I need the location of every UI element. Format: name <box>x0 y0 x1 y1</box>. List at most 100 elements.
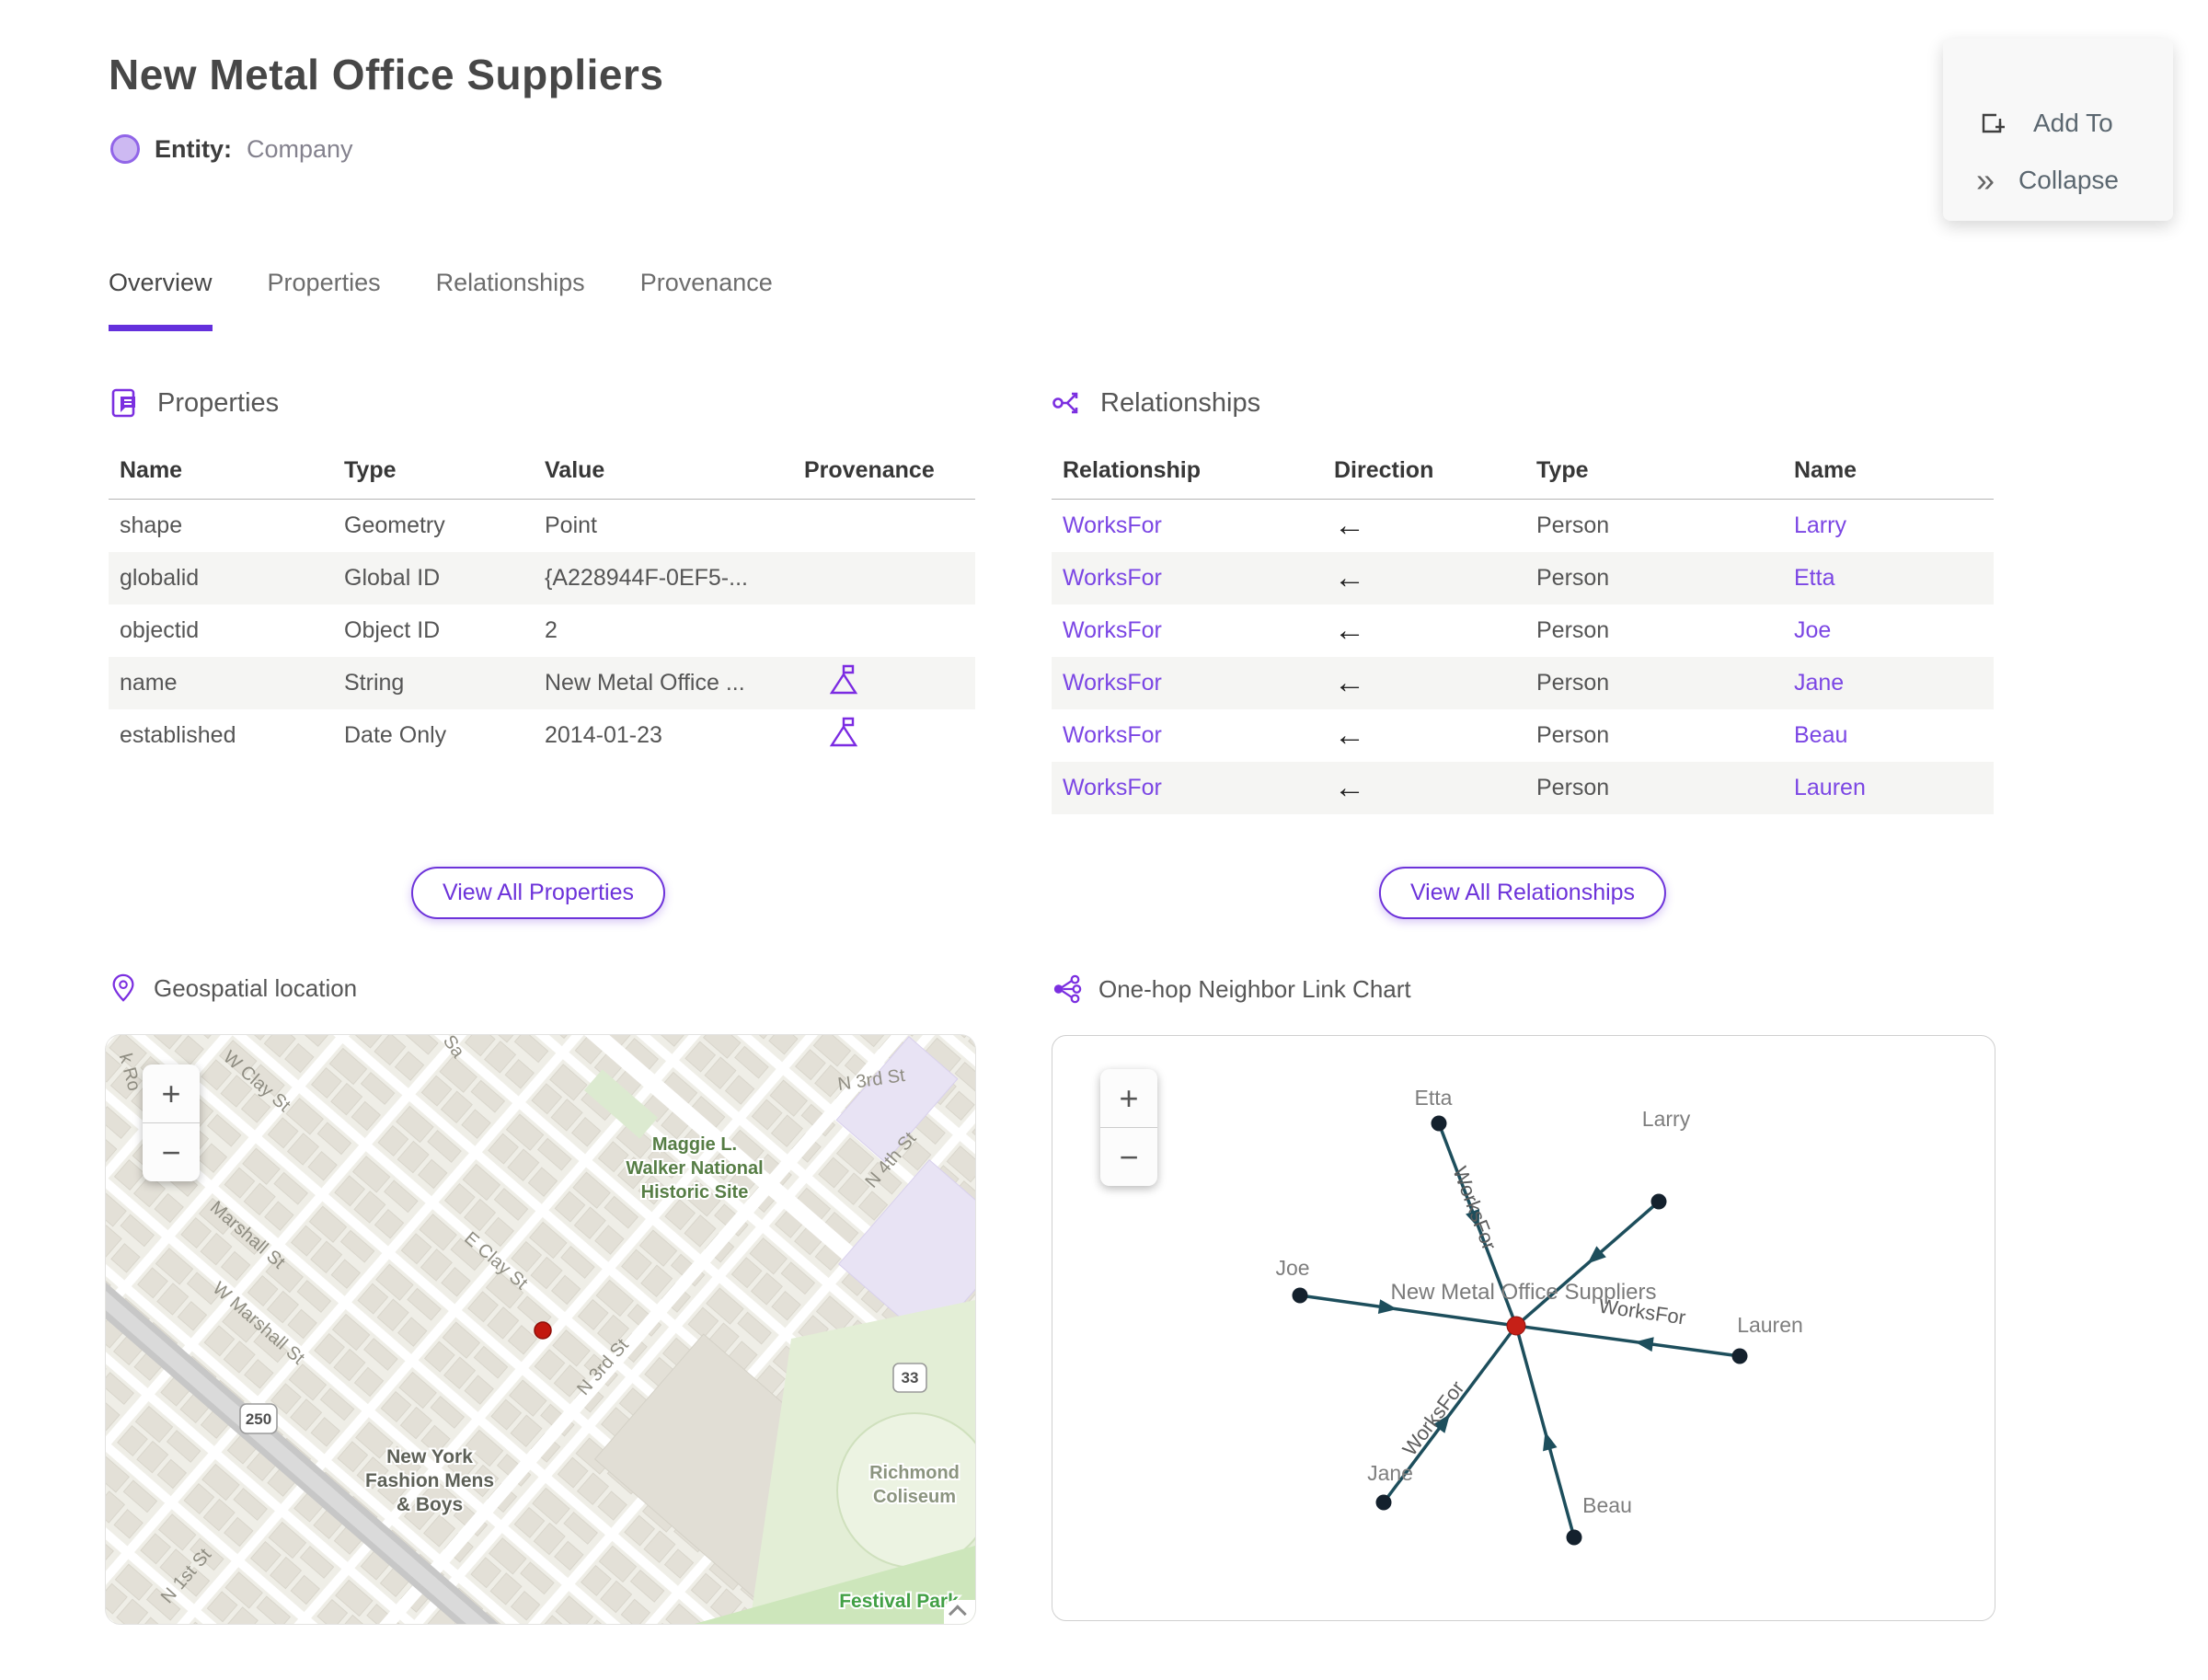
prop-value: 2014-01-23 <box>545 722 662 748</box>
rel-type: Person <box>1536 565 1610 591</box>
map-zoom-in-button[interactable]: + <box>143 1064 200 1122</box>
node-label: Joe <box>1275 1256 1309 1280</box>
prop-type: Object ID <box>344 617 441 643</box>
node-label: Larry <box>1642 1107 1691 1131</box>
relationships-table: Relationship Direction Type Name WorksFo… <box>1052 442 1994 814</box>
node-joe[interactable] <box>1292 1287 1308 1304</box>
node-jane[interactable] <box>1375 1494 1392 1511</box>
direction-arrow: ← <box>1334 508 1365 543</box>
place-label: Coliseum <box>873 1487 956 1507</box>
prop-name: established <box>120 722 236 748</box>
entity-name-link[interactable]: Larry <box>1783 512 1994 539</box>
table-row: established Date Only 2014-01-23 <box>109 709 975 762</box>
collapse-label: Collapse <box>2018 166 2119 194</box>
view-all-properties-button[interactable]: View All Properties <box>411 867 665 919</box>
table-row: shape Geometry Point <box>109 500 975 552</box>
provenance-flag-icon[interactable] <box>828 716 859 749</box>
prop-name: shape <box>120 512 183 538</box>
map-attribution-toggle[interactable] <box>944 1600 975 1624</box>
relationship-link[interactable]: WorksFor <box>1052 617 1323 644</box>
relationship-link[interactable]: WorksFor <box>1052 565 1323 592</box>
prop-type: Date Only <box>344 722 447 748</box>
place-label: Historic Site <box>641 1182 749 1202</box>
rel-type: Person <box>1536 775 1610 800</box>
col-header: Relationship <box>1063 456 1202 483</box>
col-header: Type <box>1536 456 1589 483</box>
node-beau[interactable] <box>1566 1529 1582 1546</box>
properties-table: Name Type Value Provenance shape Geometr… <box>109 442 975 762</box>
tab-properties[interactable]: Properties <box>268 269 381 331</box>
map-marker[interactable] <box>534 1321 552 1340</box>
properties-section-header: Properties <box>109 386 279 420</box>
prop-name: objectid <box>120 617 200 643</box>
prop-value: 2 <box>545 617 558 643</box>
map-panel: k Ro Sa W Clay St Marshall St W Marshall… <box>106 1035 975 1624</box>
actions-panel: Add To » Collapse <box>1943 39 2173 221</box>
map-zoom-control: + − <box>143 1064 200 1181</box>
chart-zoom-out-button[interactable]: − <box>1100 1128 1157 1186</box>
table-row: globalid Global ID {A228944F-0EF5-... <box>109 552 975 604</box>
add-to-label: Add To <box>2033 109 2113 137</box>
properties-table-header: Name Type Value Provenance <box>109 442 975 500</box>
place-label: New York <box>386 1446 473 1467</box>
relationship-link[interactable]: WorksFor <box>1052 775 1323 801</box>
relationship-link[interactable]: WorksFor <box>1052 512 1323 539</box>
link-chart-panel: WorksFor WorksFor WorksFor New Metal Off… <box>1052 1035 1995 1621</box>
rel-type: Person <box>1536 617 1610 643</box>
place-label: & Boys <box>397 1494 463 1515</box>
node-label: Etta <box>1415 1086 1453 1110</box>
linkchart-section-title: One-hop Neighbor Link Chart <box>1098 974 1411 1003</box>
prop-name: globalid <box>120 565 200 591</box>
node-center-company[interactable] <box>1506 1316 1526 1336</box>
place-label: Fashion Mens <box>365 1470 494 1491</box>
place-label: Maggie L. <box>652 1134 737 1155</box>
entity-details-page: New Metal Office Suppliers Entity: Compa… <box>0 0 2208 1680</box>
rel-type: Person <box>1536 670 1610 696</box>
collapse-button[interactable]: » Collapse <box>1976 164 2119 197</box>
entity-row: Entity: Company <box>110 134 353 164</box>
tab-relationships[interactable]: Relationships <box>436 269 585 331</box>
table-row: WorksFor ← Person Larry <box>1052 500 1994 552</box>
prop-type: String <box>344 670 405 696</box>
map-canvas[interactable]: k Ro Sa W Clay St Marshall St W Marshall… <box>106 1035 975 1624</box>
table-row: WorksFor ← Person Joe <box>1052 604 1994 657</box>
entity-type-value: Company <box>247 134 353 163</box>
provenance-flag-icon[interactable] <box>828 663 859 696</box>
view-all-relationships-button[interactable]: View All Relationships <box>1378 867 1667 919</box>
direction-arrow: ← <box>1334 560 1365 595</box>
tab-provenance[interactable]: Provenance <box>640 269 773 331</box>
col-header: Name <box>120 456 183 483</box>
add-to-button[interactable]: Add To <box>1976 107 2113 140</box>
edge-label: WorksFor <box>1397 1376 1468 1460</box>
node-lauren[interactable] <box>1731 1348 1748 1364</box>
col-header: Value <box>545 456 605 483</box>
entity-name-link[interactable]: Etta <box>1783 565 1994 592</box>
entity-name-link[interactable]: Joe <box>1783 617 1994 644</box>
col-header: Type <box>344 456 397 483</box>
direction-arrow: ← <box>1334 665 1365 700</box>
entity-name-link[interactable]: Jane <box>1783 670 1994 696</box>
rel-type: Person <box>1536 722 1610 748</box>
chart-zoom-control: + − <box>1100 1069 1157 1186</box>
relationship-link[interactable]: WorksFor <box>1052 722 1323 749</box>
direction-arrow: ← <box>1334 718 1365 753</box>
link-chart-canvas[interactable]: WorksFor WorksFor WorksFor New Metal Off… <box>1052 1036 1995 1620</box>
svg-text:250: 250 <box>246 1410 271 1428</box>
rel-type: Person <box>1536 512 1610 538</box>
entity-name-link[interactable]: Lauren <box>1783 775 1994 801</box>
node-etta[interactable] <box>1431 1115 1447 1132</box>
chart-zoom-in-button[interactable]: + <box>1100 1069 1157 1127</box>
relationships-icon <box>1052 392 1078 414</box>
one-hop-icon <box>1053 974 1082 1004</box>
map-zoom-out-button[interactable]: − <box>143 1123 200 1181</box>
tab-overview[interactable]: Overview <box>109 269 213 331</box>
route-shield-250: 250 <box>239 1403 278 1434</box>
node-larry[interactable] <box>1650 1193 1667 1210</box>
properties-section-title: Properties <box>157 387 280 418</box>
properties-icon <box>111 388 135 418</box>
direction-arrow: ← <box>1334 770 1365 805</box>
table-row: name String New Metal Office ... <box>109 657 975 709</box>
relationship-link[interactable]: WorksFor <box>1052 670 1323 696</box>
col-header: Name <box>1794 456 1857 483</box>
entity-name-link[interactable]: Beau <box>1783 722 1994 749</box>
